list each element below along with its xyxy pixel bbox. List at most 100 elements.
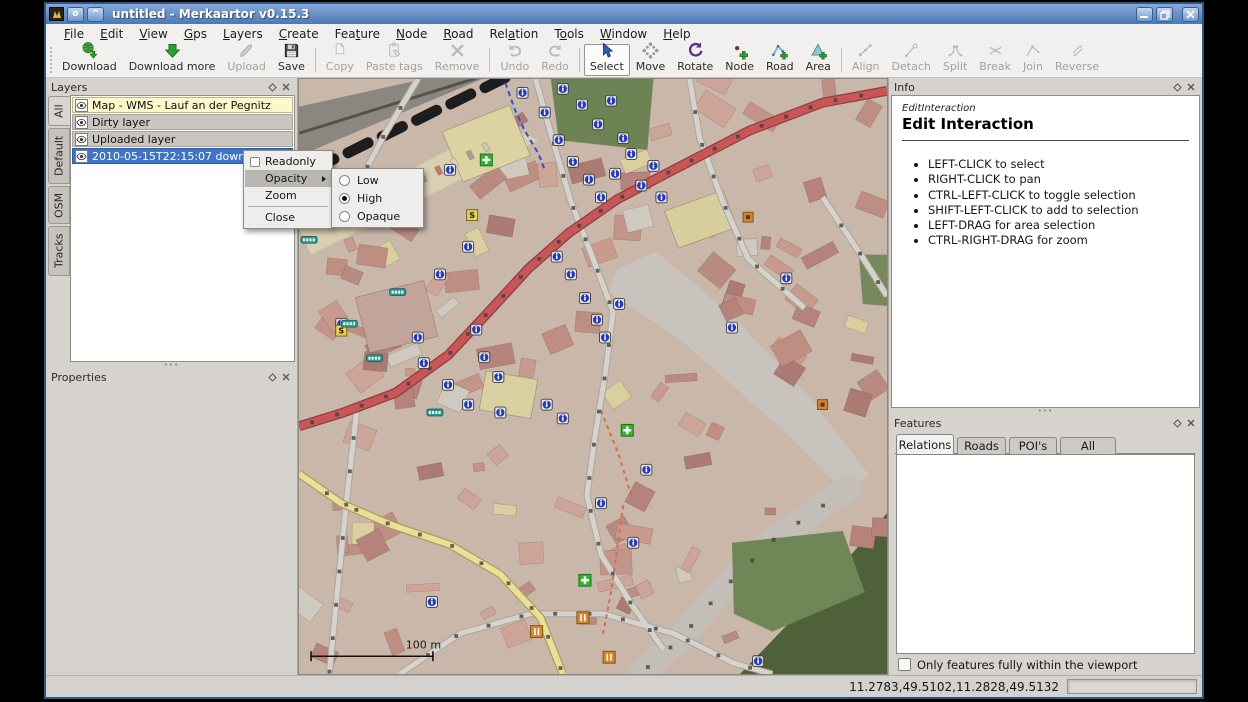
toolbar-button-label: Detach <box>892 60 931 73</box>
info-subtitle: EditInteraction <box>902 103 1189 114</box>
move-icon <box>641 41 660 60</box>
float-panel-icon[interactable] <box>1171 81 1184 93</box>
redo-button: Redo <box>535 44 575 76</box>
close-panel-icon[interactable] <box>279 371 292 383</box>
window-menu-button[interactable]: o <box>67 7 84 22</box>
info-marker-icon <box>591 314 602 325</box>
menu-layers[interactable]: Layers <box>215 26 271 42</box>
float-panel-icon[interactable] <box>266 81 279 93</box>
rotate-button[interactable]: Rotate <box>671 44 719 76</box>
feature-tab-relations[interactable]: Relations <box>896 434 954 454</box>
minimize-button[interactable] <box>1136 7 1153 22</box>
menu-help[interactable]: Help <box>655 26 698 42</box>
features-list[interactable] <box>896 454 1195 654</box>
context-menu-item-opacity[interactable]: Opacity <box>245 170 331 187</box>
opacity-option-low[interactable]: Low <box>333 171 422 189</box>
radio-icon[interactable] <box>339 211 350 222</box>
close-panel-icon[interactable] <box>1184 417 1197 429</box>
layer-name: Uploaded layer <box>92 133 175 146</box>
info-marker-icon <box>495 407 506 418</box>
opacity-option-high[interactable]: High <box>333 189 422 207</box>
layer-visibility-eye-icon[interactable] <box>75 150 88 163</box>
toolbar-handle[interactable] <box>50 47 54 73</box>
info-marker-icon <box>426 597 437 608</box>
info-marker-icon <box>600 332 611 343</box>
menu-view[interactable]: View <box>131 26 175 42</box>
coordinates-readout: 11.2783,49.5102,11.2828,49.5132 <box>849 680 1059 694</box>
viewport-only-checkbox[interactable] <box>898 658 911 671</box>
menu-item-label: Opacity <box>265 172 307 185</box>
feature-tab-all[interactable]: All <box>1060 437 1116 454</box>
undo-button: Undo <box>494 44 535 76</box>
info-marker-icon <box>444 164 455 175</box>
menu-node[interactable]: Node <box>388 26 435 42</box>
info-marker-icon <box>517 87 528 98</box>
layer-tab-default[interactable]: Default <box>48 128 70 184</box>
layer-context-menu: Readonly Opacity Zoom Close <box>243 150 333 229</box>
window-title: untitled - Merkaartor v0.15.3 <box>112 7 1133 21</box>
opacity-option-label: Low <box>357 174 379 187</box>
toolbar-button-label: Split <box>943 60 967 73</box>
save-icon <box>282 41 301 60</box>
layer-row-uploaded-layer[interactable]: Uploaded layer <box>72 131 293 147</box>
save-button[interactable]: Save <box>272 44 311 76</box>
menu-tools[interactable]: Tools <box>546 26 592 42</box>
menu-window[interactable]: Window <box>592 26 655 42</box>
layer-tab-all[interactable]: All <box>48 96 70 126</box>
context-menu-item-zoom[interactable]: Zoom <box>245 187 331 204</box>
info-marker-icon <box>557 413 568 424</box>
menu-feature[interactable]: Feature <box>327 26 388 42</box>
info-content: EditInteraction Edit Interaction LEFT-CL… <box>891 95 1200 408</box>
info-marker-icon <box>541 399 552 410</box>
info-marker-icon <box>493 372 504 383</box>
submenu-arrow-icon <box>322 176 326 182</box>
menu-file[interactable]: File <box>56 26 92 42</box>
move-button[interactable]: Move <box>630 44 672 76</box>
layer-row-dirty-layer[interactable]: Dirty layer <box>72 114 293 130</box>
float-panel-icon[interactable] <box>1171 417 1184 429</box>
restore-button[interactable] <box>1156 7 1173 22</box>
close-panel-icon[interactable] <box>279 81 292 93</box>
opacity-option-opaque[interactable]: Opaque <box>333 207 422 225</box>
float-panel-icon[interactable] <box>266 371 279 383</box>
menu-relation[interactable]: Relation <box>481 26 546 42</box>
detach-button: Detach <box>886 44 937 76</box>
readonly-checkbox[interactable] <box>250 157 260 167</box>
download-button[interactable]: Download <box>56 44 123 76</box>
radio-icon[interactable] <box>339 175 350 186</box>
toolbar-separator <box>315 48 316 72</box>
copy-icon <box>330 41 349 60</box>
download-more-button[interactable]: Download more <box>123 44 222 76</box>
info-marker-icon <box>557 83 568 94</box>
context-menu-item-close[interactable]: Close <box>245 209 331 226</box>
menu-edit[interactable]: Edit <box>92 26 131 42</box>
menu-road[interactable]: Road <box>435 26 481 42</box>
radio-icon[interactable] <box>339 193 350 204</box>
layer-tab-osm[interactable]: OSM <box>48 186 70 224</box>
info-panel: Info EditInteraction Edit Interaction LE… <box>889 78 1202 408</box>
road-button[interactable]: Road <box>760 44 800 76</box>
feature-tab-roads[interactable]: Roads <box>957 437 1006 454</box>
area-button[interactable]: Area <box>800 44 837 76</box>
interaction-hint: LEFT-CLICK to select <box>928 157 1189 172</box>
info-marker-icon <box>418 358 429 369</box>
info-marker-icon <box>596 192 607 203</box>
window-shade-button[interactable]: ^ <box>87 7 104 22</box>
menu-create[interactable]: Create <box>271 26 327 42</box>
status-bar: 11.2783,49.5102,11.2828,49.5132 <box>46 675 1202 697</box>
layer-visibility-eye-icon[interactable] <box>75 133 88 146</box>
layer-visibility-eye-icon[interactable] <box>75 99 88 112</box>
close-panel-icon[interactable] <box>1184 81 1197 93</box>
select-button[interactable]: Select <box>584 44 630 76</box>
menu-gps[interactable]: Gps <box>176 26 215 42</box>
layer-row-map-wms-lauf-an-der-pegnitz[interactable]: Map - WMS - Lauf an der Pegnitz <box>72 97 293 113</box>
toolbar-button-label: Reverse <box>1055 60 1099 73</box>
close-icon[interactable] <box>1182 7 1199 22</box>
context-menu-item-readonly[interactable]: Readonly <box>245 153 331 170</box>
layer-visibility-eye-icon[interactable] <box>75 116 88 129</box>
feature-tab-poi-s[interactable]: POI's <box>1009 437 1057 454</box>
viewport-only-label: Only features fully within the viewport <box>917 658 1137 672</box>
title-bar[interactable]: o ^ untitled - Merkaartor v0.15.3 <box>46 4 1202 24</box>
layer-tab-tracks[interactable]: Tracks <box>48 226 70 276</box>
node-button[interactable]: Node <box>719 44 760 76</box>
